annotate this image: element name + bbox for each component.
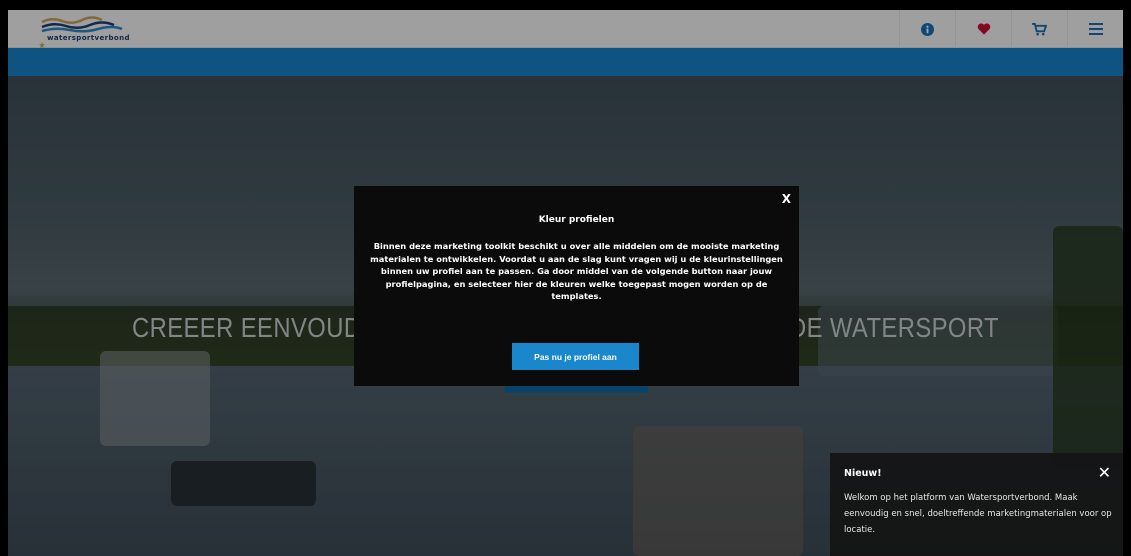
color-profile-modal: X Kleur profielen Binnen deze marketing … [354,186,799,386]
browser-viewport: watersportverbond CREEER EENVOUDIG DE WA… [8,10,1123,556]
welcome-notification: Nieuw! ✕ Welkom op het platform van Wate… [830,453,1123,556]
notification-close-icon[interactable]: ✕ [1098,463,1111,482]
modal-close-button[interactable]: X [782,192,791,206]
modal-body-text: Binnen deze marketing toolkit beschikt u… [370,241,783,302]
modal-title: Kleur profielen [538,215,615,225]
notification-body: Welkom op het platform van Watersportver… [844,493,1112,535]
notification-title: Nieuw! [844,468,882,479]
adjust-profile-button[interactable]: Pas nu je profiel aan [512,343,639,370]
